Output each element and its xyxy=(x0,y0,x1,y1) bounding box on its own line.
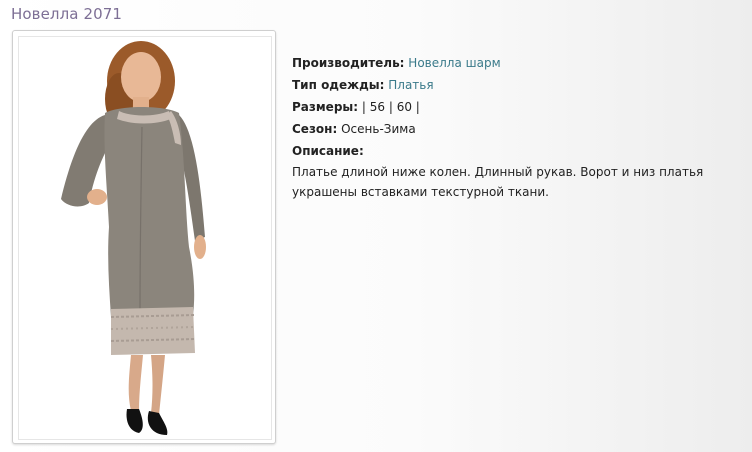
clothing-type-row: Тип одежды: Платья xyxy=(292,74,742,96)
product-title: Новелла 2071 xyxy=(11,5,123,23)
clothing-type-link[interactable]: Платья xyxy=(388,78,433,92)
season-value: Осень-Зима xyxy=(341,122,416,136)
manufacturer-row: Производитель: Новелла шарм xyxy=(292,52,742,74)
sizes-row: Размеры: | 56 | 60 | xyxy=(292,96,742,118)
season-label: Сезон: xyxy=(292,122,338,136)
dress-model-illustration xyxy=(61,41,206,435)
sizes-label: Размеры: xyxy=(292,100,359,114)
product-image-frame xyxy=(12,30,276,444)
manufacturer-label: Производитель: xyxy=(292,56,405,70)
clothing-type-label: Тип одежды: xyxy=(292,78,385,92)
description-text: Платье длиной ниже колен. Длинный рукав.… xyxy=(292,165,704,199)
product-photo[interactable] xyxy=(18,36,272,440)
season-row: Сезон: Осень-Зима xyxy=(292,118,742,140)
sizes-value: | 56 | 60 | xyxy=(361,100,420,114)
manufacturer-link[interactable]: Новелла шарм xyxy=(408,56,500,70)
description-label-row: Описание: xyxy=(292,140,742,162)
product-details: Производитель: Новелла шарм Тип одежды: … xyxy=(292,52,742,202)
description-label: Описание: xyxy=(292,144,364,158)
